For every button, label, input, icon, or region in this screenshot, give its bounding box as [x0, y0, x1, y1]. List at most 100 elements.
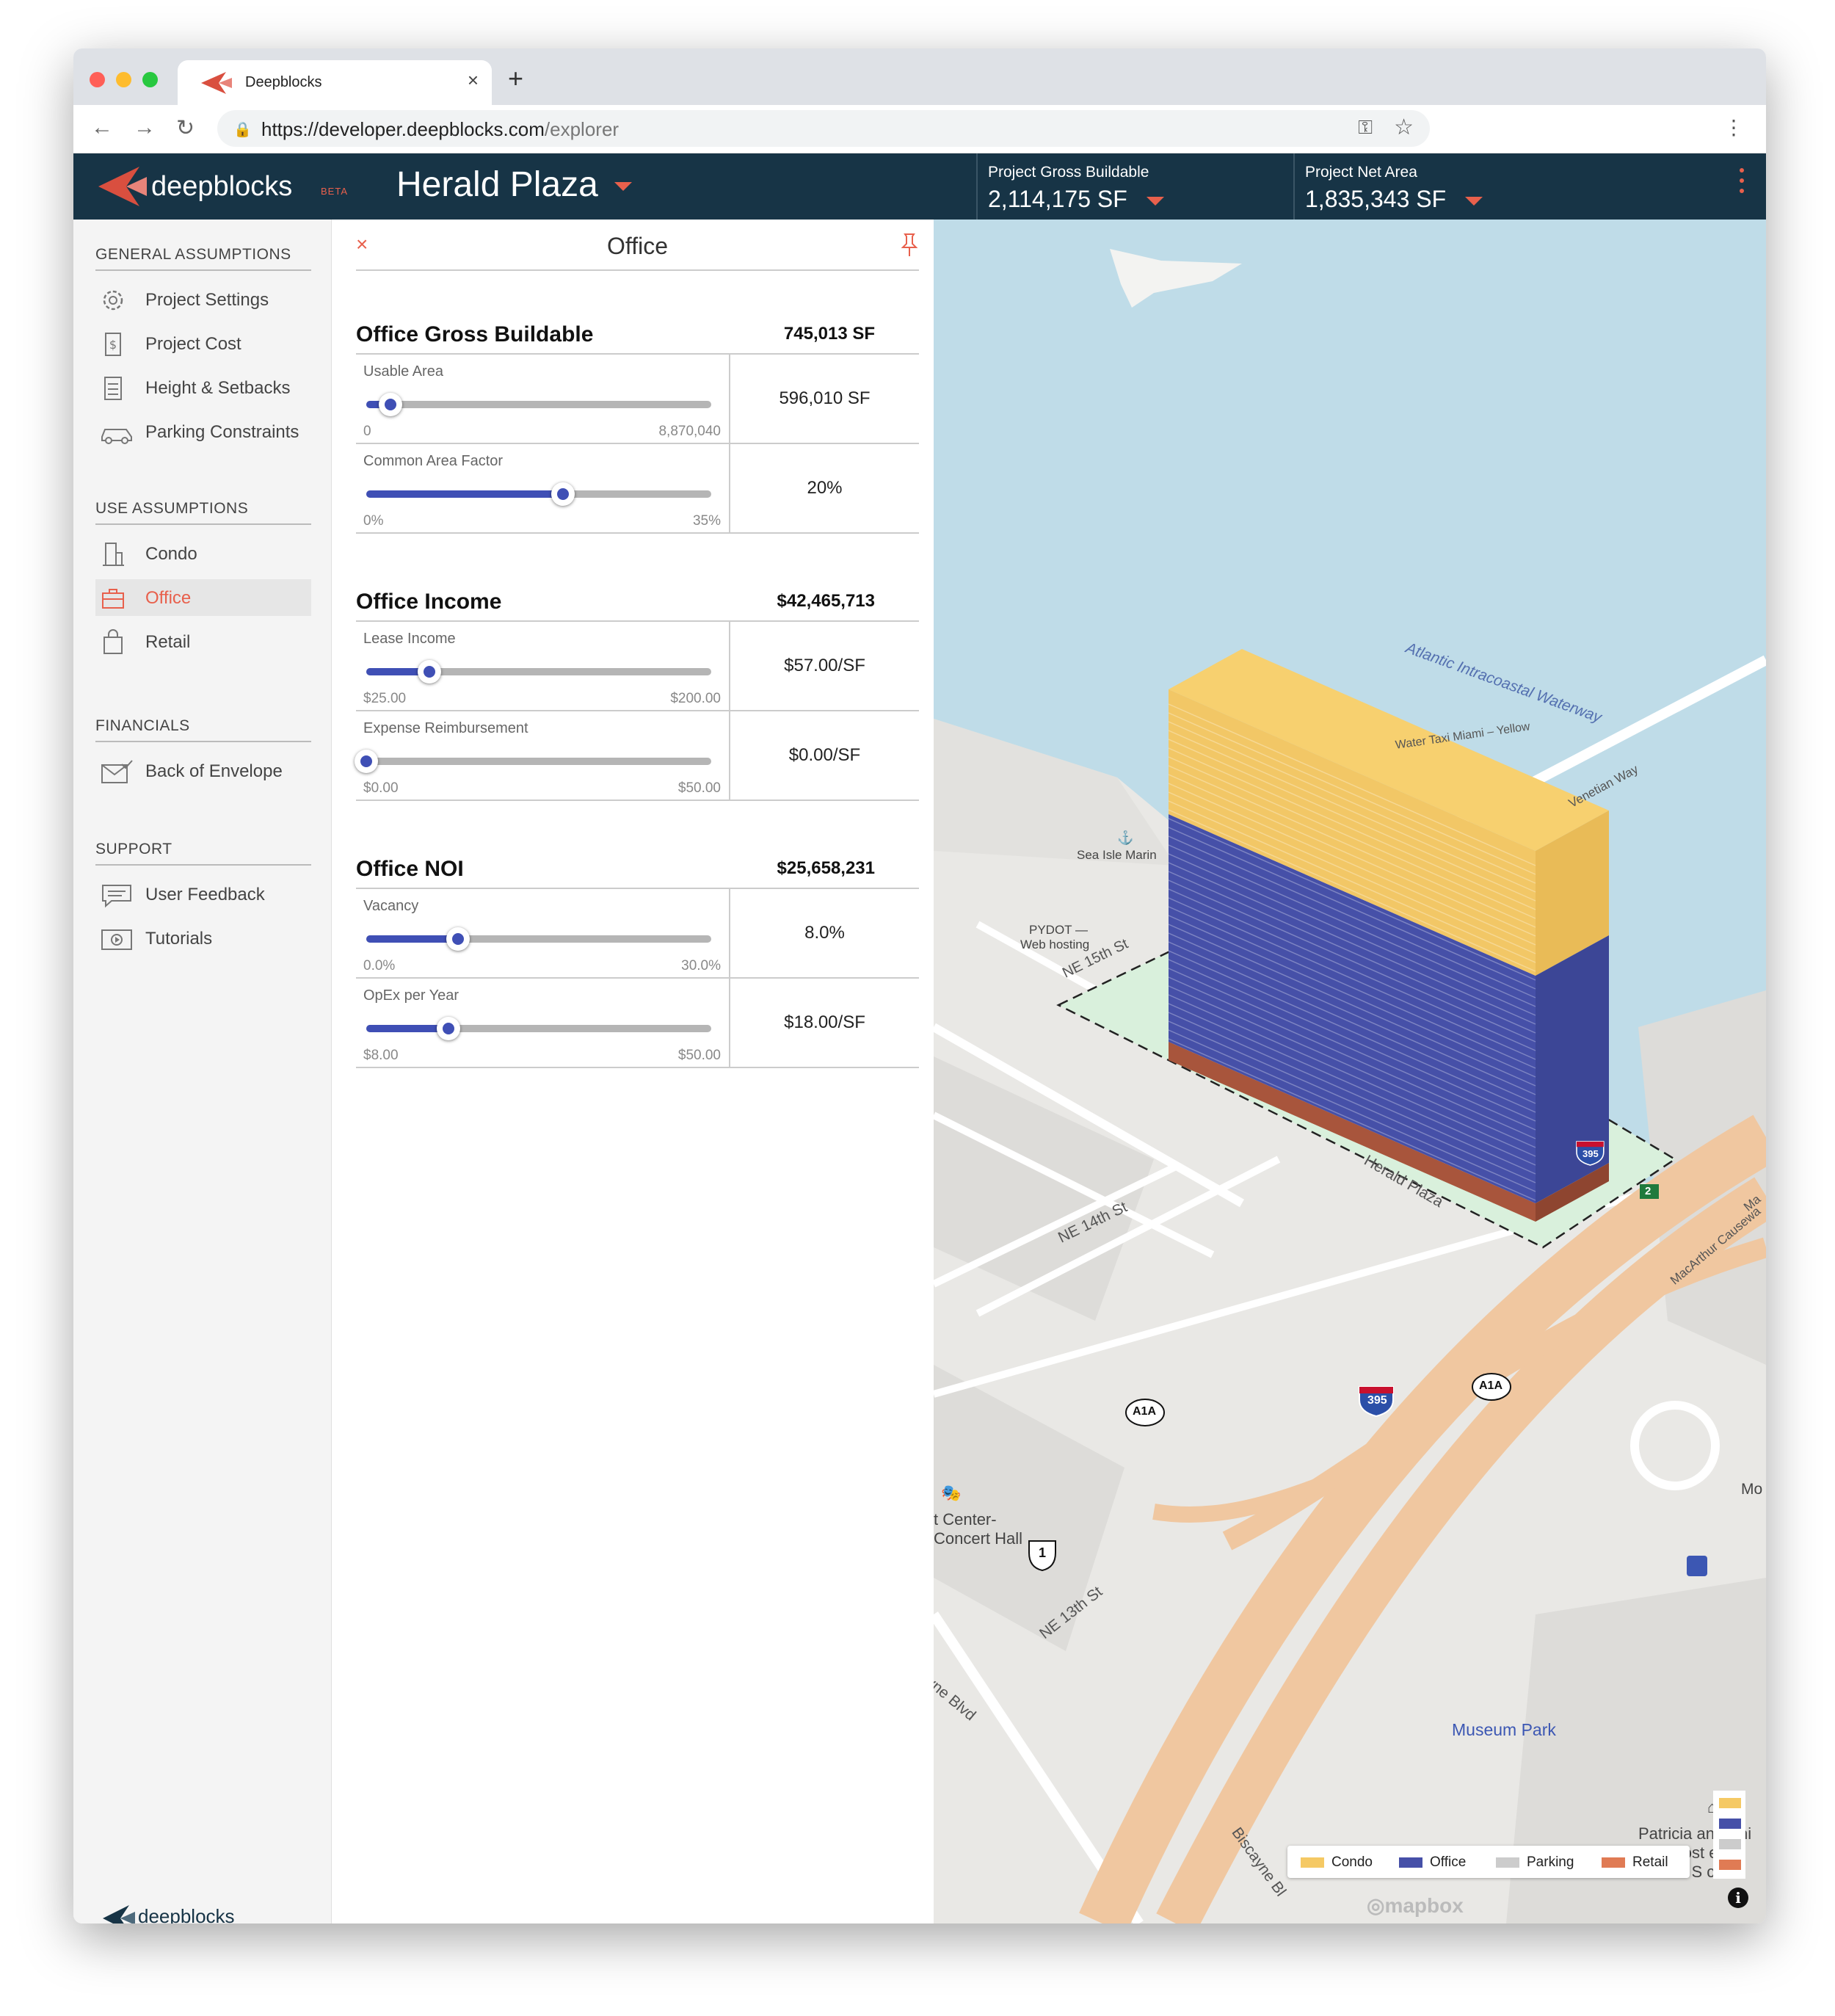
app-menu-icon[interactable] — [1740, 168, 1744, 199]
building-side-office — [1536, 935, 1609, 1203]
map-label-pydot-2: Web hosting — [1020, 938, 1090, 951]
map-label-marina: Sea Isle Marin — [1077, 848, 1157, 862]
slider-min: 0% — [363, 513, 384, 529]
panel-title: Office — [607, 233, 668, 259]
shield-a1a-text-2: A1A — [1133, 1405, 1157, 1418]
theater-icon: 🎭 — [941, 1484, 962, 1502]
app-header: deepblocks BETA Herald Plaza Project Gro… — [73, 153, 1766, 220]
logo-text: deepblocks — [151, 171, 293, 202]
map-label-mo: Mo — [1741, 1481, 1763, 1498]
slider-max: $50.00 — [677, 780, 721, 796]
sidebar-item-height-setbacks[interactable]: Height & Setbacks — [95, 369, 311, 406]
new-tab-button[interactable]: + — [508, 63, 523, 94]
layer-swatches[interactable] — [1713, 1791, 1745, 1879]
back-arrow-icon[interactable]: ← — [91, 115, 113, 140]
row-value[interactable]: 596,010 SF — [730, 388, 919, 409]
map-label-museum-park: Museum Park — [1452, 1720, 1556, 1739]
minimize-window-button[interactable] — [116, 72, 131, 87]
sidebar-item-label: User Feedback — [145, 885, 265, 904]
sidebar-item-project-cost[interactable]: $ Project Cost — [95, 325, 311, 362]
row-value[interactable]: $57.00/SF — [730, 656, 919, 676]
sidebar-item-condo[interactable]: Condo — [95, 535, 311, 572]
row-label: Usable Area — [363, 363, 443, 380]
sidebar-item-back-of-envelope[interactable]: Back of Envelope — [95, 753, 311, 789]
common-area-factor-slider[interactable] — [366, 482, 711, 506]
sidebar-item-project-settings[interactable]: Project Settings — [95, 281, 311, 318]
browser-tab[interactable]: Deepblocks × — [178, 60, 492, 105]
input-row-common-area-factor: Common Area Factor 0% 35% 20% — [356, 444, 919, 534]
project-selector[interactable]: Herald Plaza — [396, 164, 632, 205]
section-support: SUPPORT — [95, 841, 311, 866]
info-icon[interactable]: i — [1728, 1888, 1748, 1908]
deepblocks-favicon-icon — [201, 72, 232, 94]
row-value[interactable]: 8.0% — [730, 923, 919, 943]
tab-close-icon[interactable]: × — [468, 69, 479, 92]
footer-logo[interactable]: deepblocks — [103, 1905, 235, 1923]
sidebar-item-user-feedback[interactable]: User Feedback — [95, 876, 311, 913]
sidebar-item-retail[interactable]: Retail — [95, 623, 311, 660]
vacancy-slider[interactable] — [366, 927, 711, 951]
pin-icon[interactable] — [900, 233, 919, 258]
slider-thumb[interactable] — [436, 1017, 460, 1040]
row-value[interactable]: 20% — [730, 478, 919, 498]
roundabout — [1630, 1401, 1720, 1490]
map-view[interactable]: Atlantic Intracoastal Waterway Water Tax… — [934, 220, 1766, 1923]
address-bar[interactable]: 🔒 https://developer.deepblocks.com/explo… — [217, 110, 1430, 147]
sidebar: GENERAL ASSUMPTIONS Project Settings $ P… — [73, 220, 332, 1923]
shield-2-text: 2 — [1645, 1185, 1652, 1197]
lease-income-slider[interactable] — [366, 660, 711, 684]
input-row-usable-area: Usable Area 0 8,870,040 596,010 SF — [356, 355, 919, 444]
section-header: Office Income $42,465,713 — [356, 579, 919, 622]
metric-gross-buildable[interactable]: Project Gross Buildable 2,114,175 SF — [976, 153, 1284, 220]
sidebar-item-tutorials[interactable]: Tutorials — [95, 920, 311, 957]
beta-badge: BETA — [321, 186, 348, 197]
map-canvas[interactable] — [934, 220, 1766, 1923]
slider-thumb[interactable] — [446, 927, 470, 951]
sidebar-item-label: Parking Constraints — [145, 422, 299, 442]
sidebar-item-parking-constraints[interactable]: Parking Constraints — [95, 413, 311, 450]
car-icon — [101, 429, 132, 444]
row-value[interactable]: $0.00/SF — [730, 745, 919, 766]
metro-station-icon — [1687, 1556, 1707, 1576]
opex-per-year-slider[interactable] — [366, 1017, 711, 1040]
shield-395-text: 395 — [1367, 1394, 1387, 1407]
expense-reimbursement-slider[interactable] — [355, 750, 711, 773]
maximize-window-button[interactable] — [142, 72, 158, 87]
dollar-receipt-icon: $ — [105, 333, 121, 356]
legend-item-office: Office — [1399, 1854, 1466, 1871]
slider-thumb[interactable] — [355, 750, 378, 773]
section-title: Office NOI — [356, 857, 464, 881]
section-title: Office Gross Buildable — [356, 322, 594, 347]
browser-menu-icon[interactable]: ⋮ — [1723, 115, 1744, 139]
reload-icon[interactable]: ↻ — [176, 115, 195, 141]
deepblocks-logo[interactable]: deepblocks BETA — [98, 167, 347, 210]
office-panel: × Office Office Gross Buildable 745,013 … — [333, 220, 934, 1923]
anchor-icon: ⚓ — [1117, 830, 1134, 845]
slider-thumb[interactable] — [418, 660, 441, 684]
forward-arrow-icon[interactable]: → — [134, 115, 156, 140]
panel-header: × Office — [356, 220, 919, 271]
deepblocks-logo-icon — [98, 167, 147, 206]
sidebar-item-label: Office — [145, 588, 192, 608]
mapbox-logo[interactable]: ◎mapbox — [1367, 1893, 1464, 1918]
sidebar-item-label: Tutorials — [145, 929, 213, 949]
usable-area-slider[interactable] — [366, 393, 711, 416]
key-icon[interactable]: ⚿ — [1358, 116, 1373, 139]
sidebar-item-label: Project Settings — [145, 290, 269, 310]
metric-net-area[interactable]: Project Net Area 1,835,343 SF — [1293, 153, 1602, 220]
bookmark-star-icon[interactable]: ☆ — [1394, 115, 1414, 140]
close-window-button[interactable] — [90, 72, 105, 87]
url-text[interactable]: https://developer.deepblocks.com/explore… — [261, 118, 619, 141]
input-row-opex-per-year: OpEx per Year $8.00 $50.00 $18.00/SF — [356, 979, 919, 1068]
row-label: Vacancy — [363, 898, 419, 914]
slider-max: 35% — [692, 513, 721, 529]
input-row-lease-income: Lease Income $25.00 $200.00 $57.00/SF — [356, 622, 919, 711]
row-label: Expense Reimbursement — [363, 720, 528, 736]
sidebar-item-office[interactable]: Office — [95, 579, 311, 616]
deepblocks-logo-icon — [103, 1905, 135, 1923]
slider-thumb[interactable] — [551, 482, 575, 506]
slider-max: $50.00 — [677, 1048, 721, 1063]
row-value[interactable]: $18.00/SF — [730, 1012, 919, 1033]
slider-thumb[interactable] — [378, 393, 402, 416]
section-use-assumptions: USE ASSUMPTIONS — [95, 500, 311, 525]
